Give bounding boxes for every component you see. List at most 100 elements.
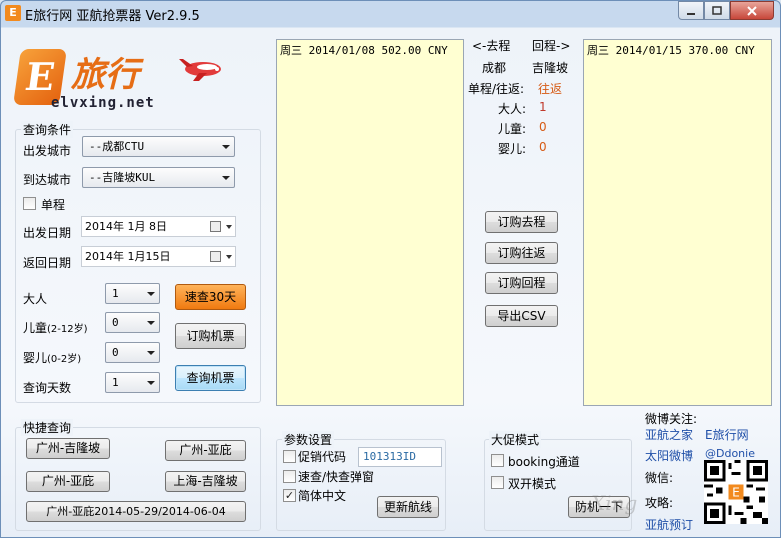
trip-type-value: 往返 (538, 82, 563, 96)
weibo-follow-label: 微博关注: (645, 412, 698, 426)
booking-channel-label: booking通道 (508, 455, 580, 469)
minimize-button[interactable] (678, 1, 704, 20)
from-city-label: 出发城市 (23, 144, 72, 158)
summary-infant-label: 婴儿: (498, 142, 527, 156)
days-label: 查询天数 (23, 381, 72, 395)
calendar-icon[interactable] (210, 251, 221, 262)
child-select[interactable]: 0 (105, 312, 160, 333)
chevron-down-icon (147, 321, 155, 325)
minimize-icon (687, 12, 695, 15)
search-ticket-button[interactable]: 查询机票 (175, 365, 246, 391)
weibo-link-sun[interactable]: 太阳微博 (645, 447, 693, 464)
qr-logo-mark: E (732, 486, 740, 500)
chevron-down-icon (147, 351, 155, 355)
summary-from-city: 成都 (482, 61, 507, 75)
to-city-value: --吉隆坡KUL (89, 171, 156, 184)
quick-shanghai-kl-button[interactable]: 上海-吉隆坡 (165, 471, 246, 492)
from-city-select[interactable]: --成都CTU (82, 136, 235, 157)
app-icon: E (5, 5, 21, 21)
return-results-list[interactable]: 周三 2014/01/15 370.00 CNY (583, 39, 772, 406)
days-select[interactable]: 1 (105, 372, 160, 393)
book-roundtrip-button[interactable]: 订购往返 (485, 242, 558, 264)
oneway-checkbox[interactable] (23, 197, 36, 210)
infant-select[interactable]: 0 (105, 342, 160, 363)
infant-value: 0 (112, 346, 119, 359)
weibo-link-ddonie[interactable]: @Ddonie (705, 447, 755, 460)
simplified-chinese-checkbox[interactable]: ✓ (283, 489, 296, 502)
oneway-label: 单程 (41, 198, 66, 212)
adult-value: 1 (112, 287, 119, 300)
return-date-picker[interactable]: 2014年 1月15日 (81, 246, 236, 267)
params-group-label: 参数设置 (282, 431, 335, 448)
days-value: 1 (112, 376, 119, 389)
summary-adult-value: 1 (539, 100, 547, 114)
summary-infant-value: 0 (539, 140, 547, 154)
window-controls (678, 1, 774, 20)
quick-guangzhou-kk-button-2[interactable]: 广州-亚庇 (26, 471, 110, 492)
title-bar: E E旅行网 亚航抢票器 Ver2.9.5 (1, 1, 780, 27)
dual-mode-checkbox[interactable] (491, 476, 504, 489)
window-title: E旅行网 亚航抢票器 Ver2.9.5 (25, 9, 200, 24)
quick-query-label: 快捷查询 (21, 419, 74, 436)
chevron-down-icon (147, 381, 155, 385)
chevron-down-icon (222, 176, 230, 180)
to-city-label: 到达城市 (23, 173, 72, 187)
return-header: 回程-> (532, 39, 571, 53)
popup-checkbox[interactable] (283, 470, 296, 483)
booking-channel-checkbox[interactable] (491, 454, 504, 467)
summary-child-value: 0 (539, 120, 547, 134)
outbound-results-list[interactable]: 周三 2014/01/08 502.00 CNY (276, 39, 464, 406)
export-csv-button[interactable]: 导出CSV (485, 305, 558, 327)
summary-adult-label: 大人: (498, 102, 527, 116)
dual-mode-label: 双开模式 (508, 477, 557, 491)
airasia-booking-link[interactable]: 亚航预订 (645, 516, 693, 533)
quick-guangzhou-kl-button[interactable]: 广州-吉隆坡 (26, 438, 110, 459)
promo-mode-label: 大促模式 (489, 431, 542, 448)
airplane-icon (179, 59, 221, 81)
list-item[interactable]: 周三 2014/01/08 502.00 CNY (280, 42, 460, 58)
promo-code-checkbox[interactable] (283, 450, 296, 463)
maximize-button[interactable] (704, 1, 730, 20)
child-label: 儿童(2-12岁) (23, 321, 88, 335)
query-group-label: 查询条件 (21, 121, 74, 138)
book-return-button[interactable]: 订购回程 (485, 272, 558, 294)
calendar-icon[interactable] (210, 221, 221, 232)
wechat-label: 微信: (645, 471, 674, 485)
popup-label: 速查/快查弹窗 (298, 470, 375, 484)
to-city-select[interactable]: --吉隆坡KUL (82, 167, 235, 188)
return-date-value: 2014年 1月15日 (85, 250, 171, 263)
adult-select[interactable]: 1 (105, 283, 160, 304)
return-date-label: 返回日期 (23, 256, 72, 270)
logo-en-text: elvxing.net (51, 95, 155, 111)
quick-guangzhou-kk-dated-button[interactable]: 广州-亚庇2014-05-29/2014-06-04 (26, 501, 246, 522)
guide-label: 攻略: (645, 496, 674, 510)
logo-cn-text: 旅行 (71, 55, 139, 95)
weibo-link-asia-home[interactable]: 亚航之家 (645, 426, 693, 443)
summary-to-city: 吉隆坡 (532, 61, 569, 75)
summary-child-label: 儿童: (498, 122, 527, 136)
fast-search-30-button[interactable]: 速查30天 (175, 284, 246, 310)
adult-label: 大人 (23, 292, 48, 306)
depart-date-label: 出发日期 (23, 226, 72, 240)
watermark-text: Xing (591, 491, 638, 515)
update-routes-button[interactable]: 更新航线 (377, 496, 439, 518)
elvxing-logo: E 旅行 elvxing.net (13, 47, 227, 115)
depart-date-picker[interactable]: 2014年 1月 8日 (81, 216, 236, 237)
weibo-link-elvxing[interactable]: E旅行网 (705, 426, 749, 443)
list-item[interactable]: 周三 2014/01/15 370.00 CNY (587, 42, 768, 58)
close-button[interactable] (730, 1, 774, 20)
infant-label: 婴儿(0-2岁) (23, 351, 82, 365)
book-outbound-button[interactable]: 订购去程 (485, 211, 558, 233)
promo-code-label: 促销代码 (298, 450, 347, 464)
chevron-down-icon (226, 255, 232, 259)
promo-code-input[interactable]: 101313ID (358, 447, 442, 467)
book-ticket-button[interactable]: 订购机票 (175, 323, 246, 349)
chevron-down-icon (226, 225, 232, 229)
simplified-chinese-label: 简体中文 (298, 489, 347, 503)
trip-type-label: 单程/往返: (468, 82, 525, 96)
from-city-value: --成都CTU (89, 140, 145, 153)
quick-guangzhou-kk-button[interactable]: 广州-亚庇 (165, 440, 246, 461)
outbound-header: <-去程 (472, 39, 511, 53)
app-window: E E旅行网 亚航抢票器 Ver2.9.5 E 旅行 elvxing.net 查… (0, 0, 781, 538)
child-value: 0 (112, 316, 119, 329)
